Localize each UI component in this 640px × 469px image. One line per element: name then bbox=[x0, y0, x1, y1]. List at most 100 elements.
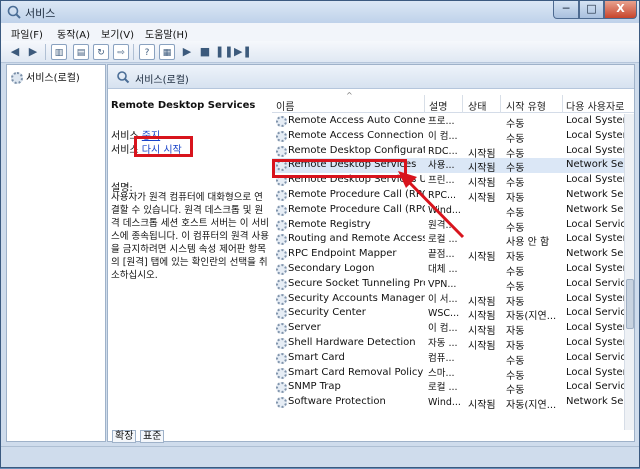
toolbar: ◀ ▶ ▥ ▤ ↻ ⇨ ? ▦ ▶ ■ ❚❚ ▶❚ bbox=[1, 41, 639, 63]
menu-action[interactable]: 동작(A) bbox=[57, 26, 90, 41]
vertical-scrollbar[interactable] bbox=[624, 114, 634, 430]
cell-startup-type: 자동(지연... bbox=[506, 400, 557, 412]
cell-status: 시작됨 bbox=[468, 341, 496, 352]
cell-startup-type: 자동 bbox=[506, 341, 525, 352]
cell-description: WSC... bbox=[428, 308, 460, 320]
table-row[interactable]: Remote Registry 원격... 수동 Local Service bbox=[272, 218, 626, 234]
services-app-icon bbox=[7, 5, 21, 19]
export-list-icon[interactable]: ⇨ bbox=[113, 44, 129, 60]
scrollbar-thumb[interactable] bbox=[626, 279, 634, 329]
pause-icon[interactable]: ❚❚ bbox=[215, 44, 233, 60]
table-row[interactable]: Remote Desktop ConfigurationRDC... 시작됨 수동 L… bbox=[272, 144, 626, 160]
service-gear-icon bbox=[276, 219, 287, 231]
table-row[interactable]: Secondary Logon 대체 ... 수동 Local System bbox=[272, 262, 626, 278]
window-title: 서비스 bbox=[25, 7, 56, 20]
cell-logon-as: Local Service bbox=[566, 218, 626, 230]
service-gear-icon bbox=[276, 190, 287, 201]
help-icon[interactable]: ? bbox=[139, 44, 155, 60]
table-row[interactable]: Smart Card 컴퓨... 수동 Local Service bbox=[272, 351, 626, 367]
table-row[interactable]: RPC Endpoint Mapper 끝점... 시작됨 자동 Network Ser… bbox=[272, 247, 626, 263]
cell-logon-as: Network Serv bbox=[566, 248, 626, 260]
cell-name: RPC Endpoint Mapper bbox=[288, 248, 397, 260]
play-icon[interactable]: ▶ bbox=[179, 44, 195, 60]
cell-logon-as: Network Serv bbox=[566, 396, 626, 408]
restart-icon[interactable]: ▶❚ bbox=[234, 44, 252, 60]
tab-standard[interactable]: 표준 bbox=[140, 430, 165, 443]
cell-description: RPC... bbox=[428, 190, 457, 201]
service-gear-icon bbox=[276, 367, 287, 379]
table-row[interactable]: Remote Procedure Call (RPC)...Wind... 수동 N… bbox=[272, 203, 626, 219]
cell-logon-as: Network Serv bbox=[566, 159, 626, 171]
cell-status: 시작됨 bbox=[468, 400, 496, 412]
table-row[interactable]: Remote Access Connection ... 이 컴... 수동 Loca… bbox=[272, 129, 626, 145]
cell-logon-as: Local Service bbox=[566, 351, 626, 363]
cell-name: Remote Access Connection ... bbox=[288, 129, 425, 141]
table-row[interactable]: Secure Socket Tunneling Prot...VPN... 수동 L… bbox=[272, 277, 626, 293]
table-row[interactable]: Shell Hardware Detection 자동 ... 시작됨 자동 Local… bbox=[272, 336, 626, 352]
cell-description: RDC... bbox=[428, 145, 458, 157]
table-row[interactable]: Server 이 컴... 시작됨 자동 Local System bbox=[272, 321, 626, 337]
cell-logon-as: Local Service bbox=[566, 277, 626, 289]
table-row[interactable]: Remote Access Auto Connect...프로... 수동 Loca… bbox=[272, 114, 626, 130]
service-gear-icon bbox=[276, 278, 287, 290]
close-button[interactable]: X bbox=[604, 1, 637, 19]
cell-status: 시작됨 bbox=[468, 193, 496, 204]
view-tabs: 확장 표준 bbox=[108, 430, 634, 443]
search-icon bbox=[117, 71, 130, 84]
cell-logon-as: Local System bbox=[566, 366, 626, 378]
column-status[interactable]: 상태 bbox=[468, 98, 486, 113]
refresh-icon[interactable]: ↻ bbox=[93, 44, 109, 60]
cell-name: Remote Procedure Call (RPC) bbox=[288, 189, 425, 200]
table-row[interactable]: Smart Card Removal Policy 스마... 수동 Local Sy… bbox=[272, 366, 626, 382]
service-gear-icon bbox=[276, 338, 287, 349]
column-startup-type[interactable]: 시작 유형 bbox=[506, 98, 546, 113]
cell-name: Security Accounts Manager bbox=[288, 292, 425, 304]
cell-logon-as: Local System bbox=[566, 263, 626, 274]
cell-status: 시작됨 bbox=[468, 311, 496, 323]
stop-icon[interactable]: ■ bbox=[197, 44, 213, 60]
cell-name: Smart Card Removal Policy bbox=[288, 366, 424, 378]
tab-extended[interactable]: 확장 bbox=[112, 430, 137, 443]
cell-description: 이 컴... bbox=[428, 323, 458, 335]
table-row[interactable]: Remote Procedure Call (RPC) RPC... 시작됨 자동 Ne… bbox=[272, 188, 626, 204]
pane-header: 서비스(로컬) bbox=[108, 65, 634, 89]
tree-item-label: 서비스(로컬) bbox=[26, 73, 80, 84]
service-gear-icon bbox=[276, 234, 287, 246]
console-tree-icon[interactable]: ▥ bbox=[51, 44, 67, 60]
cell-logon-as: Local System bbox=[566, 292, 626, 304]
cell-description: 자동 ... bbox=[428, 338, 458, 349]
cell-status: 시작됨 bbox=[468, 178, 496, 190]
column-description[interactable]: 설명 bbox=[429, 98, 447, 113]
menu-help[interactable]: 도움말(H) bbox=[145, 26, 188, 41]
service-detail-panel: Remote Desktop Services 서비스 중지 서비스 다시 시작… bbox=[108, 90, 271, 430]
table-row[interactable]: SNMP Trap 로컬 ... 수동 Local Service bbox=[272, 380, 626, 397]
show-hide-icon[interactable]: ▤ bbox=[73, 44, 89, 60]
table-row[interactable]: Routing and Remote Access 로컬 ... 사용 안 함 Loc… bbox=[272, 232, 626, 248]
menu-bar: 파일(F) 동작(A) 보기(V) 도움말(H) bbox=[1, 23, 639, 41]
cell-logon-as: Local System bbox=[566, 322, 626, 334]
column-logon-as[interactable]: 다용 사용자로 bbox=[566, 98, 624, 113]
back-arrow-icon[interactable]: ◀ bbox=[7, 44, 23, 60]
cell-logon-as: Network Serv bbox=[566, 203, 626, 215]
table-row[interactable]: Security Accounts Manager 이 서... 시작됨 자동 Loca… bbox=[272, 292, 626, 308]
title-bar[interactable]: 서비스 ─ □ X bbox=[1, 1, 639, 23]
tree-item-services-local[interactable]: 서비스(로컬) bbox=[11, 69, 80, 84]
cell-description: 스마... bbox=[428, 367, 455, 379]
properties-icon[interactable]: ▦ bbox=[159, 44, 175, 60]
cell-description: VPN... bbox=[428, 278, 457, 290]
services-pane: 서비스(로컬) Remote Desktop Services 서비스 중지 서… bbox=[107, 64, 635, 443]
cell-name: Software Protection bbox=[288, 396, 386, 408]
service-gear-icon bbox=[276, 352, 287, 364]
menu-file[interactable]: 파일(F) bbox=[11, 26, 43, 41]
forward-arrow-icon[interactable]: ▶ bbox=[25, 44, 41, 60]
table-row[interactable]: Security Center WSC... 시작됨 자동(지연... Local Se… bbox=[272, 306, 626, 323]
cell-name: Routing and Remote Access bbox=[288, 233, 425, 245]
cell-startup-type: 수동 bbox=[506, 148, 525, 160]
menu-view[interactable]: 보기(V) bbox=[101, 26, 134, 41]
maximize-button[interactable]: □ bbox=[579, 1, 604, 19]
services-gear-icon bbox=[11, 72, 23, 84]
table-row[interactable]: Software Protection Wind... 시작됨 자동(지연... Net… bbox=[272, 395, 626, 412]
minimize-button[interactable]: ─ bbox=[553, 1, 579, 19]
column-name[interactable]: 이름 bbox=[276, 98, 294, 113]
cell-startup-type: 수동 bbox=[506, 385, 525, 397]
